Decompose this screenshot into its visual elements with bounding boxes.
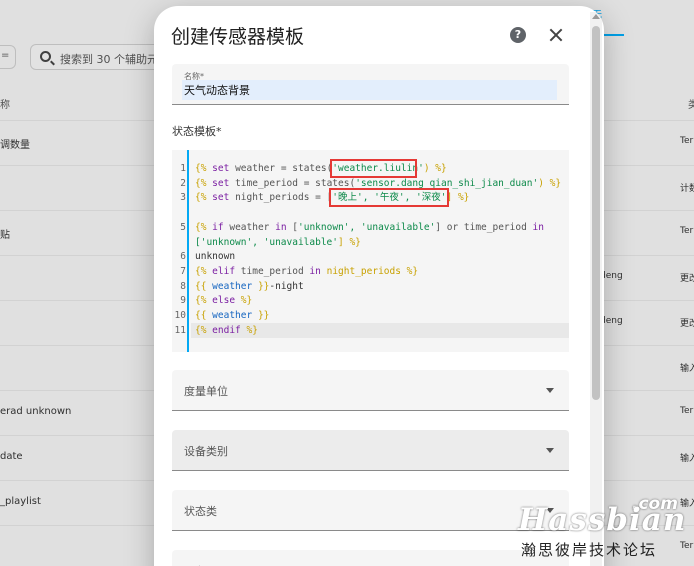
watermark-subtitle: 瀚思彼岸技术论坛 xyxy=(521,541,658,559)
code-line: {% set weather = states('weather.liulin'… xyxy=(195,163,447,174)
dialog-scrollbar[interactable] xyxy=(590,12,602,566)
watermark-logo: .com Hassbian 瀚思彼岸技术论坛 xyxy=(518,494,694,564)
code-line: {{ weather }} xyxy=(195,310,270,322)
code-line: {% set time_period = states('sensor.dang… xyxy=(195,177,562,189)
create-template-sensor-dialog: 创建传感器模板 ? 名称* 状态模板* 1 2 3 5 6 7 8 9 10 1… xyxy=(154,6,604,566)
code-line: ['unknown', 'unavailable'] %} xyxy=(195,236,361,248)
unit-of-measurement-select[interactable]: 度量单位 xyxy=(172,370,569,411)
watermark-brand: Hassbian xyxy=(518,502,687,538)
help-icon[interactable]: ? xyxy=(510,27,526,43)
state-class-select[interactable]: 状态类 xyxy=(172,490,569,531)
name-input[interactable] xyxy=(182,80,557,100)
line-numbers: 1 2 3 5 6 7 8 9 10 11 xyxy=(174,163,186,336)
chevron-down-icon xyxy=(546,448,554,453)
code-line: {% elif time_period in night_periods %} xyxy=(195,265,419,277)
scrollbar-thumb[interactable] xyxy=(592,26,600,400)
template-code[interactable]: {% set weather = states('weather.liulin'… xyxy=(195,162,565,338)
dialog-title: 创建传感器模板 xyxy=(171,26,305,48)
code-line: {% else %} xyxy=(195,295,253,307)
code-line: {% endif %} xyxy=(195,324,258,336)
device-class-label: 设备类别 xyxy=(184,445,228,458)
device-class-select[interactable]: 设备类别 xyxy=(172,430,569,471)
close-icon[interactable] xyxy=(547,26,565,44)
state-template-label: 状态模板* xyxy=(172,125,222,138)
state-class-label: 状态类 xyxy=(184,505,217,518)
code-line: {% set night_periods = ['晚上', '午夜', '深夜'… xyxy=(195,192,470,204)
state-template-editor[interactable]: 1 2 3 5 6 7 8 9 10 11 {% set weather = s… xyxy=(172,150,569,352)
chevron-down-icon xyxy=(546,388,554,393)
code-line: unknown xyxy=(195,251,236,263)
code-line: {% if weather in ['unknown', 'unavailabl… xyxy=(195,221,544,233)
scroll-up-arrow-icon[interactable] xyxy=(592,14,600,19)
code-line: {{ weather }}-night xyxy=(195,280,304,292)
device-select[interactable]: 设备 xyxy=(172,550,569,566)
name-field[interactable]: 名称* xyxy=(172,64,569,105)
unit-of-measurement-label: 度量单位 xyxy=(184,385,228,398)
